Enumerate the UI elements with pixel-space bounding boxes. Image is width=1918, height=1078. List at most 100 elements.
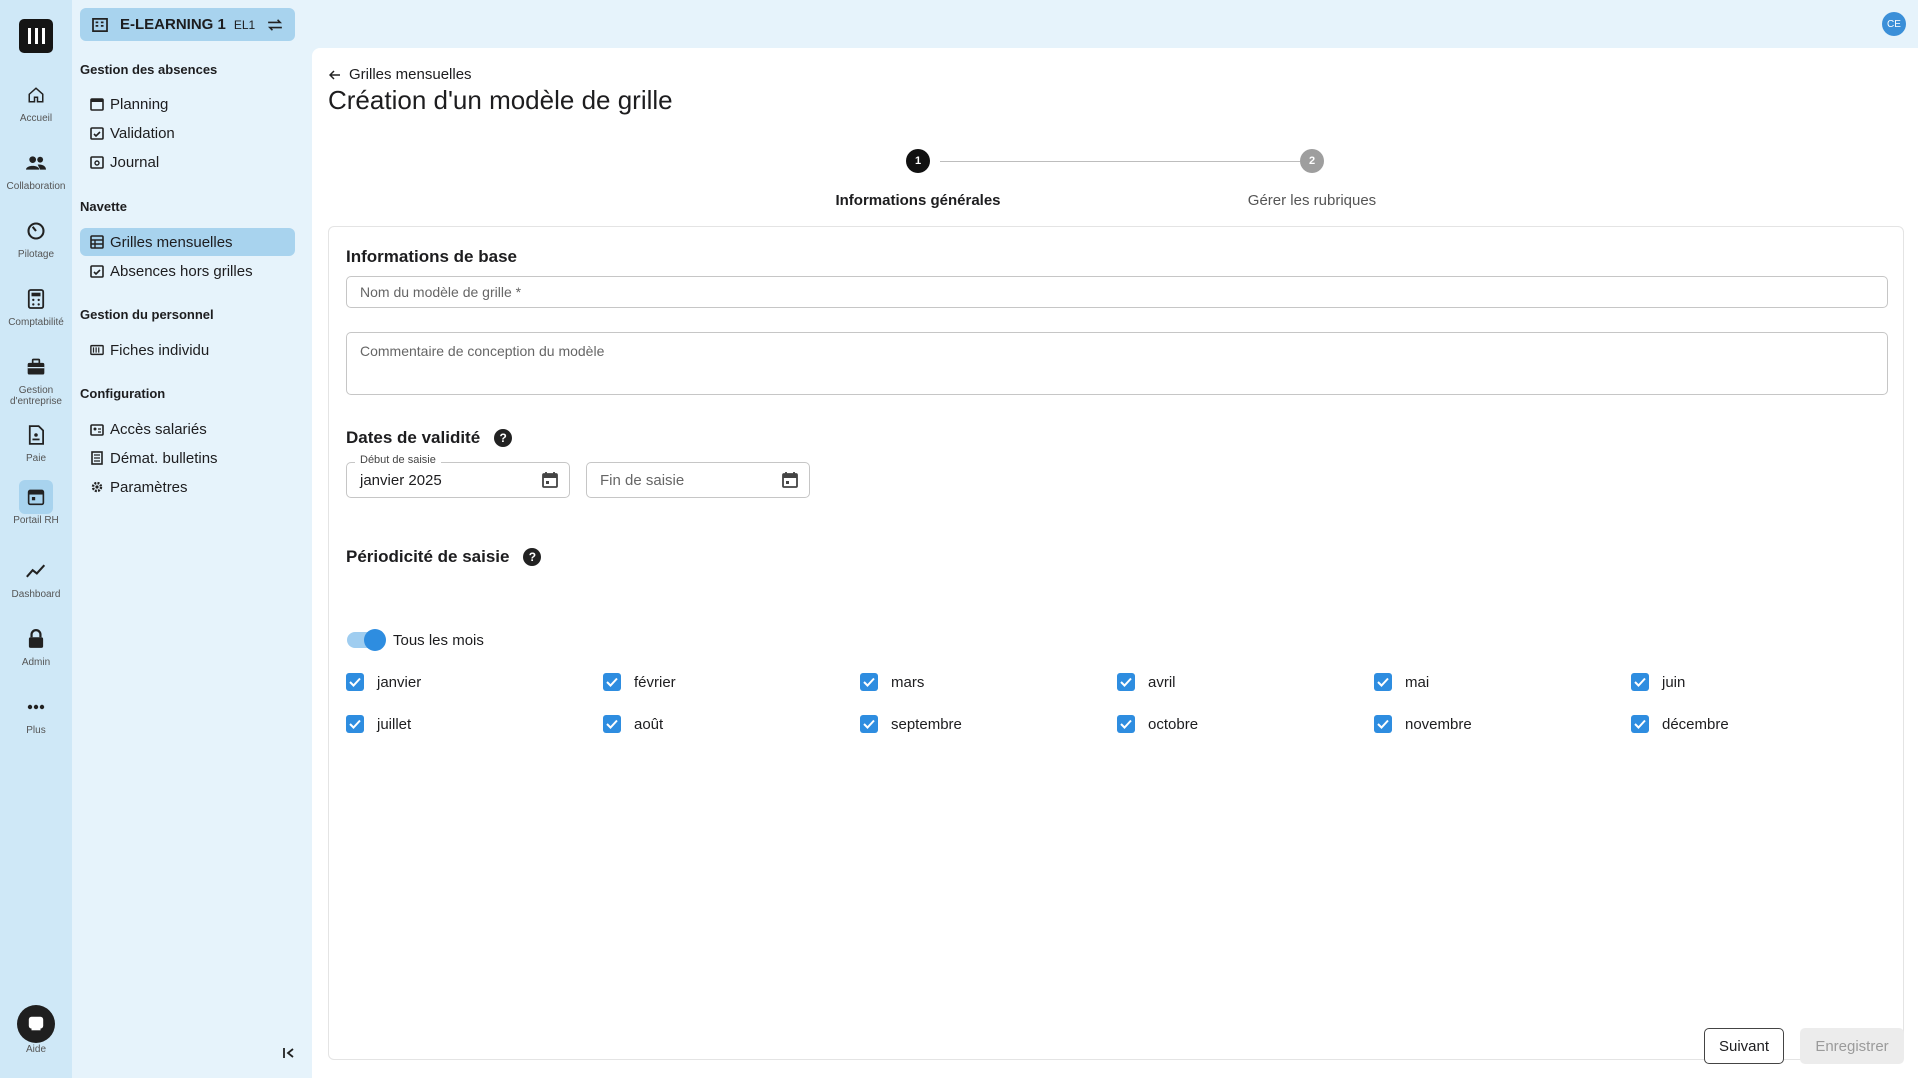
sidebar-item-grilles-mensuelles[interactable]: Grilles mensuelles — [80, 228, 295, 256]
month-checkbox-novembre[interactable]: novembre — [1374, 715, 1472, 733]
section-title-configuration: Configuration — [80, 386, 166, 401]
all-months-toggle[interactable] — [347, 629, 386, 651]
checkbox-checked-icon[interactable] — [1631, 715, 1649, 733]
checkbox-checked-icon[interactable] — [1374, 715, 1392, 733]
briefcase-icon — [19, 350, 53, 384]
template-comment-field[interactable] — [346, 332, 1888, 395]
calendar-icon — [90, 97, 104, 111]
checkbox-checked-icon[interactable] — [860, 673, 878, 691]
month-label: avril — [1148, 673, 1176, 691]
calendar-check-icon — [90, 264, 104, 278]
rail-item-admin[interactable]: Admin — [0, 622, 72, 668]
month-label: septembre — [891, 715, 962, 733]
rail-item-portail-rh[interactable]: Portail RH — [0, 480, 72, 526]
month-checkbox-aout[interactable]: août — [603, 715, 663, 733]
sidebar-item-label: Démat. bulletins — [110, 449, 218, 467]
template-name-input[interactable] — [347, 277, 1887, 307]
help-icon[interactable]: ? — [523, 548, 542, 566]
checkbox-checked-icon[interactable] — [346, 715, 364, 733]
checkbox-checked-icon[interactable] — [1117, 673, 1135, 691]
section-heading-dates: Dates de validité ? — [346, 428, 513, 448]
sidebar-item-acces-salaries[interactable]: Accès salariés — [80, 415, 295, 443]
help-button[interactable] — [17, 1005, 55, 1043]
month-checkbox-avril[interactable]: avril — [1117, 673, 1176, 691]
rail-item-comptabilite[interactable]: Comptabilité — [0, 282, 72, 328]
month-checkbox-juin[interactable]: juin — [1631, 673, 1685, 691]
month-checkbox-janvier[interactable]: janvier — [346, 673, 421, 691]
sidebar-item-demat-bulletins[interactable]: Démat. bulletins — [80, 444, 295, 472]
employee-access-icon — [90, 422, 104, 436]
rail-label: Comptabilité — [8, 317, 64, 328]
app-logo[interactable] — [19, 19, 53, 53]
sidebar-item-parametres[interactable]: Paramètres — [80, 473, 295, 501]
swap-icon — [267, 18, 283, 31]
month-label: mai — [1405, 673, 1430, 691]
section-title-navette: Navette — [80, 199, 127, 214]
month-checkbox-juillet[interactable]: juillet — [346, 715, 411, 733]
checkbox-checked-icon[interactable] — [603, 673, 621, 691]
rail-label: Admin — [21, 657, 51, 668]
company-switcher[interactable]: E-LEARNING 1 EL1 — [80, 8, 295, 41]
step-1-indicator[interactable]: 1 — [906, 149, 930, 173]
month-checkbox-mai[interactable]: mai — [1374, 673, 1429, 691]
template-comment-input[interactable] — [347, 333, 1887, 394]
month-checkbox-septembre[interactable]: septembre — [860, 715, 962, 733]
template-name-field[interactable] — [346, 276, 1888, 308]
month-checkbox-decembre[interactable]: décembre — [1631, 715, 1729, 733]
sidebar-item-label: Absences hors grilles — [110, 262, 253, 280]
rail-item-collaboration[interactable]: Collaboration — [0, 146, 72, 192]
end-date-field[interactable]: Fin de saisie — [586, 462, 810, 498]
collapse-sidebar-button[interactable] — [282, 1046, 296, 1065]
checkbox-checked-icon[interactable] — [1631, 673, 1649, 691]
calendar-check-icon — [90, 126, 104, 140]
rail-label: Gestion d'entreprise — [10, 385, 62, 407]
rail-item-paie[interactable]: Paie — [0, 418, 72, 464]
rail-item-pilotage[interactable]: Pilotage — [0, 214, 72, 260]
sidebar-item-planning[interactable]: Planning — [80, 90, 295, 118]
next-button[interactable]: Suivant — [1704, 1028, 1784, 1064]
save-button[interactable]: Enregistrer — [1800, 1028, 1904, 1064]
sidebar-item-validation[interactable]: Validation — [80, 119, 295, 147]
checkbox-checked-icon[interactable] — [1117, 715, 1135, 733]
company-name: E-LEARNING 1 — [120, 16, 226, 33]
more-icon — [19, 690, 53, 724]
rail-item-accueil[interactable]: Accueil — [0, 78, 72, 124]
sidebar-item-absences-hors-grilles[interactable]: Absences hors grilles — [80, 257, 295, 285]
month-checkbox-octobre[interactable]: octobre — [1117, 715, 1198, 733]
gear-icon — [90, 480, 104, 494]
step-1-label[interactable]: Informations générales — [768, 192, 1068, 209]
month-checkbox-mars[interactable]: mars — [860, 673, 924, 691]
sidebar-item-label: Journal — [110, 153, 160, 171]
sidebar-item-label: Fiches individu — [110, 341, 210, 359]
section-heading-periodicity: Périodicité de saisie ? — [346, 547, 542, 567]
rail-item-plus[interactable]: Plus — [0, 690, 72, 736]
start-date-field[interactable]: Début de saisie janvier 2025 — [346, 454, 570, 498]
checkbox-checked-icon[interactable] — [346, 673, 364, 691]
gauge-icon — [19, 214, 53, 248]
chat-icon — [28, 1016, 44, 1031]
rail-item-gestion-entreprise[interactable]: Gestion d'entreprise — [0, 350, 72, 407]
sidebar-item-label: Validation — [110, 124, 175, 142]
checkbox-checked-icon[interactable] — [603, 715, 621, 733]
end-date-placeholder: Fin de saisie — [600, 471, 685, 489]
step-2-indicator[interactable]: 2 — [1300, 149, 1324, 173]
calendar-icon[interactable] — [781, 471, 799, 489]
user-avatar[interactable]: CE — [1882, 12, 1906, 36]
back-label: Grilles mensuelles — [349, 66, 472, 83]
toggle-knob — [364, 629, 386, 651]
rail-item-dashboard[interactable]: Dashboard — [0, 554, 72, 600]
checkbox-checked-icon[interactable] — [1374, 673, 1392, 691]
bulletin-icon — [90, 451, 104, 465]
calendar-icon[interactable] — [541, 471, 559, 489]
step-2-label[interactable]: Gérer les rubriques — [1162, 192, 1462, 209]
month-label: décembre — [1662, 715, 1729, 733]
sidebar-item-journal[interactable]: Journal — [80, 148, 295, 176]
month-checkbox-fevrier[interactable]: février — [603, 673, 676, 691]
section-heading-base: Informations de base — [346, 247, 517, 266]
all-months-label: Tous les mois — [393, 632, 484, 649]
sidebar: E-LEARNING 1 EL1 Gestion des absences Pl… — [72, 0, 312, 1078]
back-link[interactable]: Grilles mensuelles — [329, 66, 472, 83]
checkbox-checked-icon[interactable] — [860, 715, 878, 733]
sidebar-item-fiches-individu[interactable]: Fiches individu — [80, 336, 295, 364]
help-icon[interactable]: ? — [494, 429, 513, 447]
